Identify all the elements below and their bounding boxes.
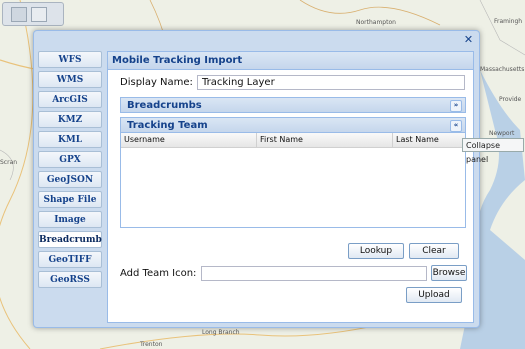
column-header-username[interactable]: Username [121,133,257,147]
map-label: Northampton [356,19,396,26]
nav-item-kmz[interactable]: KMZ [38,111,102,128]
column-header-last-name[interactable]: Last Name [393,133,465,147]
nav-item-geojson[interactable]: GeoJSON [38,171,102,188]
map-label: Scran [0,159,18,166]
nav-item-wfs[interactable]: WFS [38,51,102,68]
nav-item-arcgis[interactable]: ArcGIS [38,91,102,108]
map-label: Trenton [140,341,163,348]
lookup-button[interactable]: Lookup [348,243,404,259]
team-icon-input[interactable] [201,266,427,281]
tracking-team-grid[interactable]: Username First Name Last Name [120,133,466,228]
map-label: Provide [499,96,522,103]
nav-item-georss[interactable]: GeoRSS [38,271,102,288]
import-dialog: ✕ WFS WMS ArcGIS KMZ KML GPX GeoJSON Sha… [33,30,480,328]
map-label: Massachusetts [480,66,525,73]
clear-button[interactable]: Clear [409,243,459,259]
map-label: Newport [489,130,515,137]
breadcrumbs-panel-header[interactable]: Breadcrumbs » [120,97,466,113]
nav-item-gpx[interactable]: GPX [38,151,102,168]
mobile-tracking-panel: Mobile Tracking Import Display Name: Tra… [107,51,474,323]
pan-tool-button[interactable] [11,7,27,22]
panel-title: Mobile Tracking Import [108,52,473,70]
collapse-tooltip: Collapse panel [462,138,524,164]
nav-item-shape-file[interactable]: Shape File [38,191,102,208]
expand-icon[interactable]: » [450,100,462,112]
map-label: Long Branch [202,329,240,336]
nav-item-geotiff[interactable]: GeoTIFF [38,251,102,268]
column-header-first-name[interactable]: First Name [257,133,393,147]
collapse-icon[interactable]: « [450,120,462,132]
tracking-team-title: Tracking Team [127,120,208,131]
layer-type-nav: WFS WMS ArcGIS KMZ KML GPX GeoJSON Shape… [38,51,103,291]
close-icon[interactable]: ✕ [462,33,475,46]
map-label: Framingh [494,18,523,25]
upload-button[interactable]: Upload [406,287,462,303]
nav-item-breadcrumb[interactable]: Breadcrumb [38,231,102,248]
nav-item-wms[interactable]: WMS [38,71,102,88]
tracking-team-panel-header[interactable]: Tracking Team « [120,117,466,133]
display-name-input[interactable]: Tracking Layer [197,75,465,90]
grid-header: Username First Name Last Name [121,133,465,148]
display-name-label: Display Name: [120,77,193,88]
nav-item-kml[interactable]: KML [38,131,102,148]
breadcrumbs-title: Breadcrumbs [127,100,202,111]
browse-button[interactable]: Browse [431,265,467,281]
team-icon-label: Add Team Icon: [120,268,197,279]
map-toolbar [2,2,64,26]
zoom-tool-button[interactable] [31,7,47,22]
nav-item-image[interactable]: Image [38,211,102,228]
